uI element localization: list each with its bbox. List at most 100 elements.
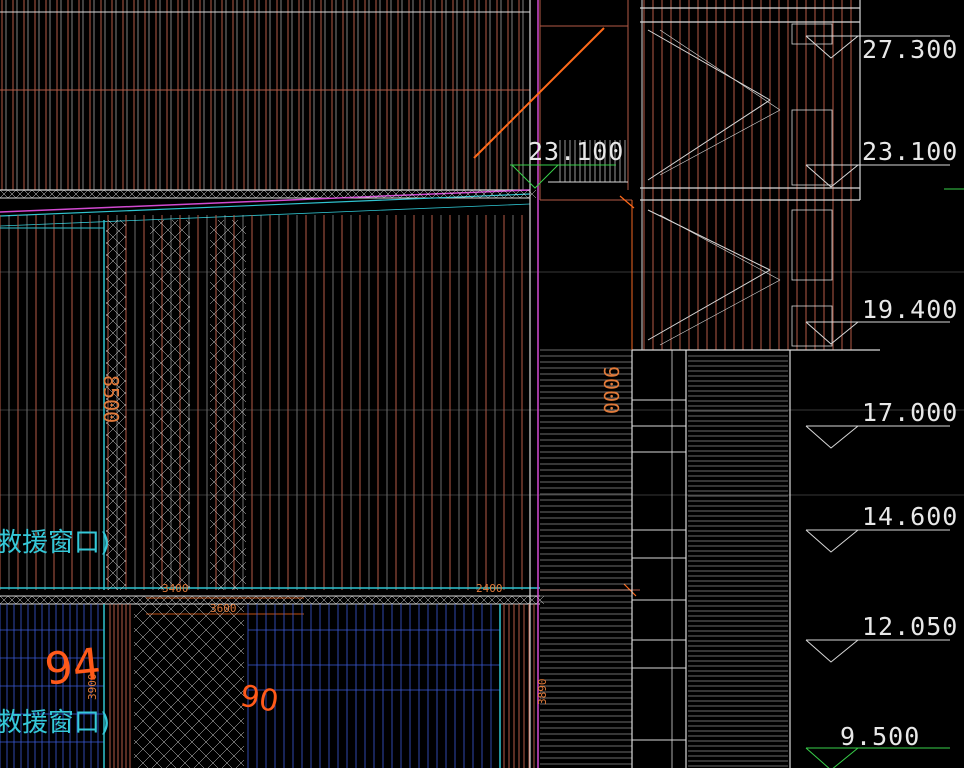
handwritten-mark-94: 94 [42, 639, 103, 696]
column-crosshatch [105, 235, 127, 257]
elevation-23100-mid: 23.100 [528, 137, 624, 166]
stair-flight [659, 279, 781, 346]
column-crosshatch [105, 295, 127, 317]
roof-edge-magenta [0, 189, 531, 213]
column-crosshatch-lower [133, 725, 177, 768]
column-crosshatch-lower [137, 661, 245, 768]
elevation-17000: 17.000 [862, 398, 958, 427]
column-crosshatch [105, 421, 127, 443]
column-crosshatch-lower [133, 603, 205, 675]
column-crosshatch [105, 349, 127, 371]
column-crosshatch [105, 331, 127, 353]
column-crosshatch-lower [235, 759, 245, 768]
column-crosshatch-lower [133, 697, 205, 768]
column-crosshatch [105, 451, 127, 473]
column-crosshatch-lower [165, 603, 245, 683]
column-crosshatch-lower [133, 603, 191, 661]
column-crosshatch [105, 313, 127, 335]
level-symbol-14600 [805, 529, 859, 553]
column-crosshatch-lower [133, 605, 245, 717]
elevation-12050: 12.050 [862, 612, 958, 641]
column-crosshatch [105, 319, 127, 341]
column-crosshatch [105, 445, 127, 467]
column-crosshatch-lower [151, 675, 245, 768]
column-crosshatch-lower [133, 603, 219, 689]
column-crosshatch-lower [133, 619, 245, 731]
column-crosshatch-lower [207, 731, 245, 768]
column-crosshatch [105, 463, 127, 485]
column-crosshatch [105, 247, 127, 269]
column-crosshatch [105, 457, 127, 479]
column-crosshatch [105, 493, 127, 515]
column-crosshatch-lower [133, 647, 245, 759]
column-crosshatch [105, 271, 127, 293]
column-crosshatch [209, 219, 225, 235]
column-crosshatch [105, 253, 127, 275]
column-crosshatch-lower [137, 603, 245, 711]
column-crosshatch [105, 433, 127, 455]
cad-drawing-canvas[interactable]: 27.300 23.100 23.100 19.400 17.000 14.60… [0, 0, 964, 768]
level-symbol-12050 [805, 639, 859, 663]
column-crosshatch-lower [165, 689, 245, 768]
rescue-window-label-bottom: 救援窗口) [0, 708, 110, 738]
handwritten-mark-90: 90 [237, 679, 281, 720]
column-crosshatch-lower [133, 683, 219, 768]
column-crosshatch [105, 259, 127, 281]
column-crosshatch-lower [133, 627, 245, 739]
column-crosshatch-lower [179, 703, 245, 768]
column-crosshatch-lower [133, 633, 245, 745]
column-crosshatch [105, 337, 127, 359]
column-crosshatch-lower [133, 669, 233, 768]
elevation-27300: 27.300 [862, 35, 958, 64]
column-crosshatch-lower [133, 613, 245, 725]
column-crosshatch [119, 583, 127, 591]
column-crosshatch [105, 325, 127, 347]
column-crosshatch [105, 307, 127, 329]
column-crosshatch-lower [133, 641, 245, 753]
dimension-3600: 3600 [210, 602, 237, 615]
column-crosshatch [149, 219, 179, 249]
dimension-9000: 9000 [599, 366, 623, 414]
stair-flight [659, 29, 781, 111]
dimension-3890: 3890 [536, 679, 549, 706]
column-crosshatch [105, 229, 127, 251]
column-crosshatch [105, 559, 127, 581]
column-crosshatch [105, 283, 127, 305]
column-crosshatch-lower [133, 603, 233, 703]
column-crosshatch [105, 241, 127, 263]
column-crosshatch [217, 219, 247, 249]
stair-landing [791, 109, 833, 186]
dimension-8500: 8500 [99, 375, 123, 423]
column-crosshatch [105, 223, 127, 245]
stair-flight [659, 109, 781, 176]
rescue-window-label-top: 救援窗口) [0, 528, 110, 558]
column-crosshatch-lower [221, 745, 245, 768]
column-crosshatch [171, 219, 191, 239]
dimension-3400: 3400 [162, 582, 189, 595]
column-crosshatch [105, 475, 127, 497]
dimension-2400: 2400 [476, 582, 503, 595]
column-crosshatch-lower [133, 655, 245, 767]
column-crosshatch [157, 219, 191, 253]
column-crosshatch-lower [193, 717, 245, 768]
column-crosshatch [105, 505, 127, 527]
stair-flight [659, 214, 781, 281]
column-crosshatch-lower [151, 603, 245, 697]
column-crosshatch [105, 565, 127, 587]
column-crosshatch [105, 265, 127, 287]
column-crosshatch [217, 561, 247, 591]
stair-landing [791, 209, 833, 281]
elevation-19400: 19.400 [862, 295, 958, 324]
column-crosshatch [105, 301, 127, 323]
column-crosshatch [105, 469, 127, 491]
column-crosshatch [105, 487, 127, 509]
column-crosshatch [105, 439, 127, 461]
column-crosshatch [105, 481, 127, 503]
level-symbol-9500 [805, 747, 859, 768]
column-crosshatch [185, 219, 191, 225]
elevation-14600: 14.600 [862, 502, 958, 531]
elevation-9500: 9.500 [840, 722, 920, 751]
column-crosshatch [105, 499, 127, 521]
column-crosshatch [105, 427, 127, 449]
column-crosshatch-lower [133, 603, 177, 647]
